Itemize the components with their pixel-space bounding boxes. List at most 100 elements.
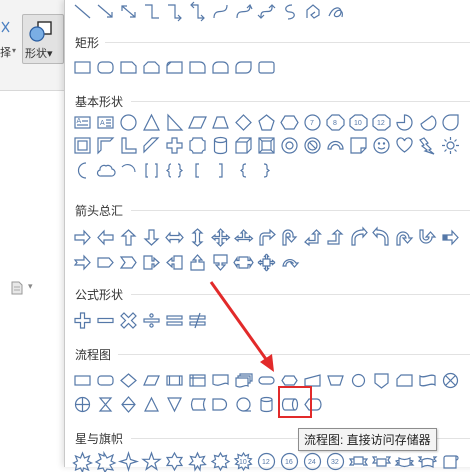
shape-star16-icon[interactable]: 16 bbox=[278, 450, 301, 472]
shape-curved-ribbon-down-icon[interactable] bbox=[416, 450, 439, 472]
shape-bevel-icon[interactable] bbox=[255, 134, 278, 156]
shape-lightning-icon[interactable] bbox=[416, 134, 439, 156]
shape-teardrop-icon[interactable] bbox=[439, 111, 462, 133]
select-button-label[interactable]: 择 bbox=[0, 44, 11, 60]
shape-star5-icon[interactable] bbox=[140, 450, 163, 472]
shape-ribbon-down-icon[interactable] bbox=[370, 450, 393, 472]
shape-left-right-up-arrow-icon[interactable] bbox=[232, 226, 255, 248]
shape-right-triangle-icon[interactable] bbox=[163, 111, 186, 133]
shape-fc-extract-icon[interactable] bbox=[140, 393, 163, 415]
shape-no-symbol-icon[interactable] bbox=[301, 134, 324, 156]
shape-down-callout-arrow-icon[interactable] bbox=[209, 251, 232, 273]
shape-star7-icon[interactable] bbox=[186, 450, 209, 472]
shape-vertical-scroll-icon[interactable] bbox=[439, 450, 462, 472]
shape-right-arrow-icon[interactable] bbox=[71, 226, 94, 248]
shape-fc-process-icon[interactable] bbox=[71, 369, 94, 391]
shape-brace-pair-icon[interactable] bbox=[163, 159, 186, 181]
shape-left-right-callout-icon[interactable] bbox=[232, 251, 255, 273]
shape-textbox-icon[interactable]: A bbox=[71, 111, 94, 133]
shape-fc-decision-icon[interactable] bbox=[117, 369, 140, 391]
shape-down-arrow-icon[interactable] bbox=[140, 226, 163, 248]
shape-pentagon-icon[interactable] bbox=[255, 111, 278, 133]
shape-star24-icon[interactable]: 24 bbox=[301, 450, 324, 472]
shape-left-arrow-icon[interactable] bbox=[94, 226, 117, 248]
shape-fc-sort-icon[interactable] bbox=[117, 393, 140, 415]
shape-right-bracket-icon[interactable] bbox=[209, 159, 232, 181]
shape-curve-double-arrow-icon[interactable] bbox=[255, 0, 278, 22]
chevron-down-icon[interactable]: ▾ bbox=[28, 281, 33, 292]
shape-fc-document-icon[interactable] bbox=[209, 369, 232, 391]
shape-quad-callout-icon[interactable] bbox=[255, 251, 278, 273]
shape-u-turn-arrow-icon[interactable] bbox=[278, 226, 301, 248]
shape-freeform-icon[interactable] bbox=[278, 0, 301, 22]
shape-elbow-arrow-icon[interactable] bbox=[163, 0, 186, 22]
shape-curved-down-arrow-icon[interactable] bbox=[416, 226, 439, 248]
shape-line-straight-icon[interactable] bbox=[71, 0, 94, 22]
shape-snip-round-icon[interactable] bbox=[163, 56, 186, 78]
shape-diagonal-stripe-icon[interactable] bbox=[140, 134, 163, 156]
shape-not-equal-icon[interactable] bbox=[186, 309, 209, 331]
document-icon[interactable] bbox=[10, 281, 24, 295]
shape-hexagon-icon[interactable] bbox=[278, 111, 301, 133]
shape-star8-icon[interactable] bbox=[209, 450, 232, 472]
shape-fc-offpage-icon[interactable] bbox=[370, 369, 393, 391]
shape-bent-arrow-icon[interactable] bbox=[255, 226, 278, 248]
shape-triangle-icon[interactable] bbox=[140, 111, 163, 133]
shape-plus-icon[interactable] bbox=[71, 309, 94, 331]
shape-dodecagon-icon[interactable]: 12 bbox=[370, 111, 393, 133]
shape-curved-up-arrow-icon[interactable] bbox=[393, 226, 416, 248]
shape-quad-arrow-icon[interactable] bbox=[209, 226, 232, 248]
shape-ribbon-up-icon[interactable] bbox=[347, 450, 370, 472]
shape-donut-icon[interactable] bbox=[278, 134, 301, 156]
shapes-button[interactable]: 形状▾ bbox=[22, 14, 64, 64]
shape-half-frame-icon[interactable] bbox=[94, 134, 117, 156]
shape-block-arc-icon[interactable] bbox=[324, 134, 347, 156]
shape-left-brace-icon[interactable] bbox=[232, 159, 255, 181]
shape-fc-connector-icon[interactable] bbox=[347, 369, 370, 391]
shape-chord-icon[interactable] bbox=[416, 111, 439, 133]
shape-curved-ribbon-up-icon[interactable] bbox=[393, 450, 416, 472]
shape-star10-icon[interactable]: 10 bbox=[232, 450, 255, 472]
shape-multiply-icon[interactable] bbox=[117, 309, 140, 331]
shape-left-up-arrow-icon[interactable] bbox=[301, 226, 324, 248]
shape-elbow-double-arrow-icon[interactable] bbox=[186, 0, 209, 22]
shape-trapezoid-icon[interactable] bbox=[209, 111, 232, 133]
shape-curved-right-arrow-icon[interactable] bbox=[347, 225, 370, 248]
shape-moon-icon[interactable] bbox=[71, 159, 94, 181]
shape-fc-alt-process-icon[interactable] bbox=[94, 369, 117, 391]
shape-left-right-arrow-icon[interactable] bbox=[163, 226, 186, 248]
shape-star-explosion1-icon[interactable] bbox=[71, 450, 94, 472]
shape-fc-internal-storage-icon[interactable] bbox=[186, 369, 209, 391]
shape-snip-2-icon[interactable] bbox=[140, 56, 163, 78]
shape-fc-delay-icon[interactable] bbox=[209, 393, 232, 415]
shape-minus-icon[interactable] bbox=[94, 309, 117, 331]
shape-smiley-icon[interactable] bbox=[370, 134, 393, 156]
shape-round-1-icon[interactable] bbox=[186, 56, 209, 78]
shape-fc-punched-tape-icon[interactable] bbox=[416, 369, 439, 391]
shape-left-bracket-icon[interactable] bbox=[186, 159, 209, 181]
shape-scribble-icon[interactable] bbox=[324, 0, 347, 22]
shape-pie-icon[interactable] bbox=[393, 111, 416, 133]
shape-cloud-icon[interactable] bbox=[94, 159, 117, 181]
shape-curve-arrow-icon[interactable] bbox=[232, 0, 255, 22]
shape-arc-icon[interactable] bbox=[117, 159, 140, 181]
shape-star32-icon[interactable]: 32 bbox=[324, 450, 347, 472]
shape-fc-manual-operation-icon[interactable] bbox=[324, 369, 347, 391]
shape-chevron-icon[interactable] bbox=[117, 251, 140, 273]
shape-right-callout-arrow-icon[interactable] bbox=[140, 251, 163, 273]
shape-round-diag-icon[interactable] bbox=[232, 56, 255, 78]
shape-cube-icon[interactable] bbox=[232, 134, 255, 156]
shape-fc-summing-icon[interactable] bbox=[439, 369, 462, 391]
shape-fc-predefined-icon[interactable] bbox=[163, 369, 186, 391]
shape-up-arrow-icon[interactable] bbox=[117, 226, 140, 248]
shape-fc-or-icon[interactable] bbox=[71, 393, 94, 415]
shape-striped-right-arrow-icon[interactable] bbox=[439, 226, 462, 248]
shape-elbow-icon[interactable] bbox=[140, 0, 163, 22]
shape-curved-left-arrow-icon[interactable] bbox=[370, 225, 393, 248]
document-canvas[interactable]: ▾ bbox=[0, 91, 66, 467]
shape-round-rect-icon[interactable] bbox=[94, 56, 117, 78]
shape-round-2-icon[interactable] bbox=[209, 56, 232, 78]
shape-frame-icon[interactable] bbox=[71, 134, 94, 156]
shape-folded-corner-icon[interactable] bbox=[347, 134, 370, 156]
shape-can-icon[interactable] bbox=[209, 134, 232, 156]
